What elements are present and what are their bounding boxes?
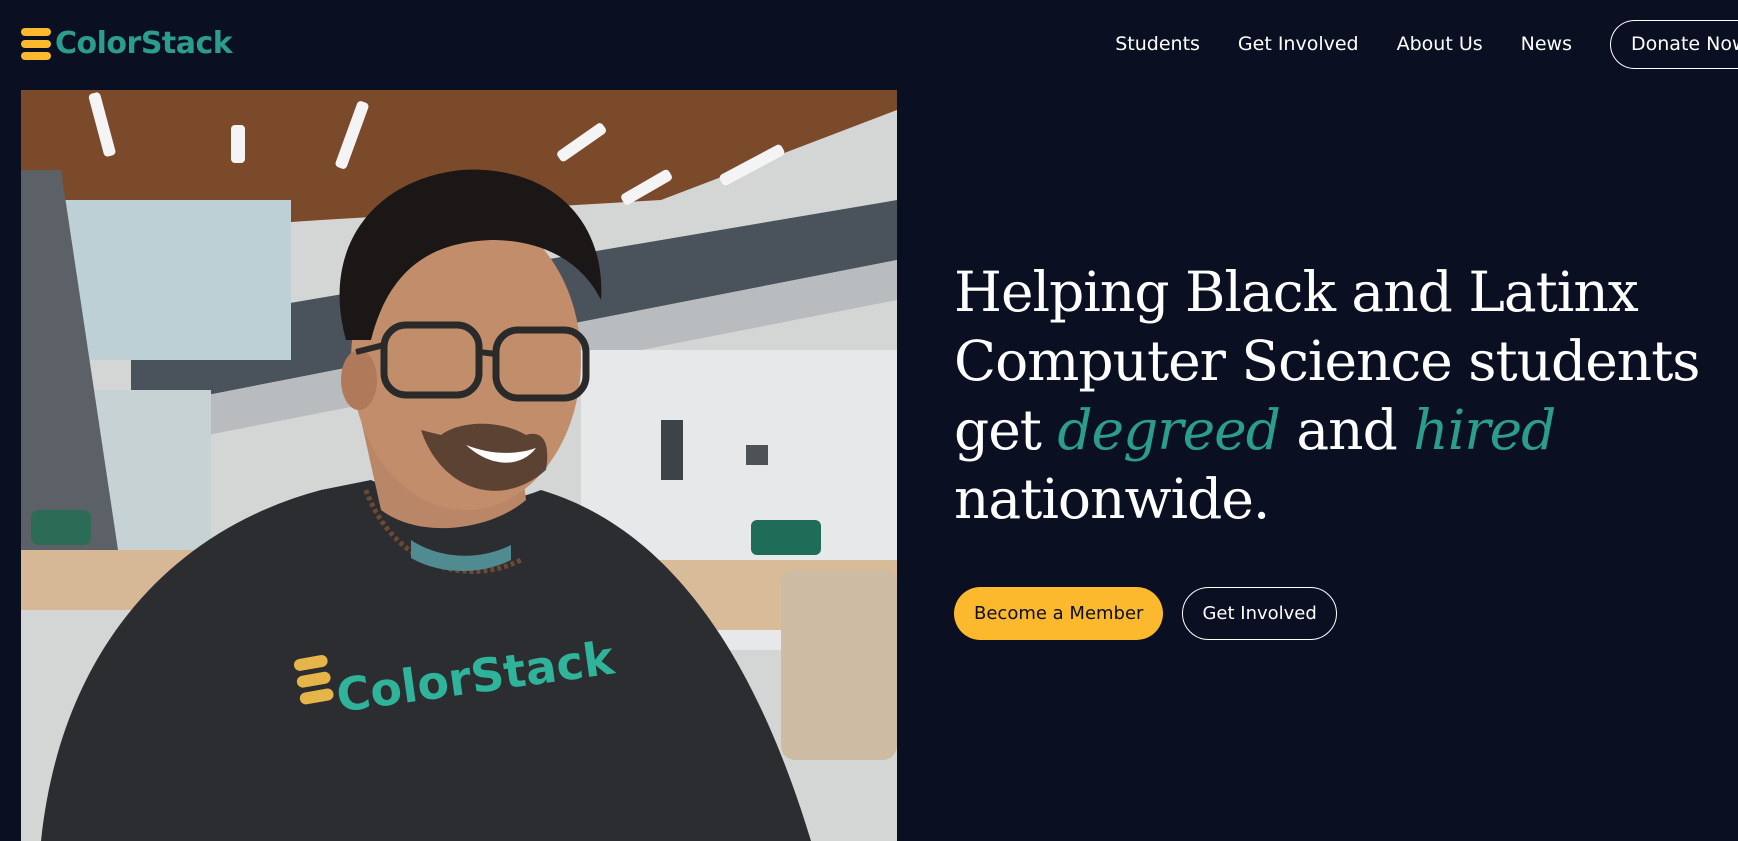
headline-line-1: Helping Black and Latinx (954, 260, 1639, 324)
headline-accent-degreed: degreed (1057, 398, 1281, 462)
get-involved-button[interactable]: Get Involved (1182, 587, 1337, 640)
headline-line-3-mid: and (1279, 398, 1414, 462)
logo-wordmark: ColorStack (55, 26, 233, 61)
hero-copy: Helping Black and Latinx Computer Scienc… (954, 258, 1734, 534)
headline-line-4: nationwide. (954, 467, 1270, 531)
become-member-button[interactable]: Become a Member (954, 587, 1164, 640)
hero-photo: ColorStack (21, 90, 897, 841)
nav-item-get-involved[interactable]: Get Involved (1238, 33, 1359, 55)
headline-accent-hired: hired (1413, 398, 1556, 462)
student-photo-illustration: ColorStack (21, 90, 897, 841)
landing-page: ColorStack Students Get Involved About U… (0, 0, 1738, 841)
logo-link[interactable]: ColorStack (20, 26, 233, 61)
headline-line-2: Computer Science students (954, 329, 1701, 393)
main-nav: Students Get Involved About Us News Dona… (1115, 18, 1738, 70)
nav-item-students[interactable]: Students (1115, 33, 1200, 55)
site-header: ColorStack Students Get Involved About U… (0, 0, 1738, 90)
nav-item-news[interactable]: News (1521, 33, 1572, 55)
donate-button[interactable]: Donate Now (1610, 19, 1738, 69)
hero-headline: Helping Black and Latinx Computer Scienc… (954, 258, 1734, 534)
hero-cta-row: Become a Member Get Involved (954, 587, 1337, 640)
nav-item-about-us[interactable]: About Us (1397, 33, 1483, 55)
headline-line-3-pre: get (954, 398, 1058, 462)
colorstack-stripes-icon (21, 28, 51, 60)
